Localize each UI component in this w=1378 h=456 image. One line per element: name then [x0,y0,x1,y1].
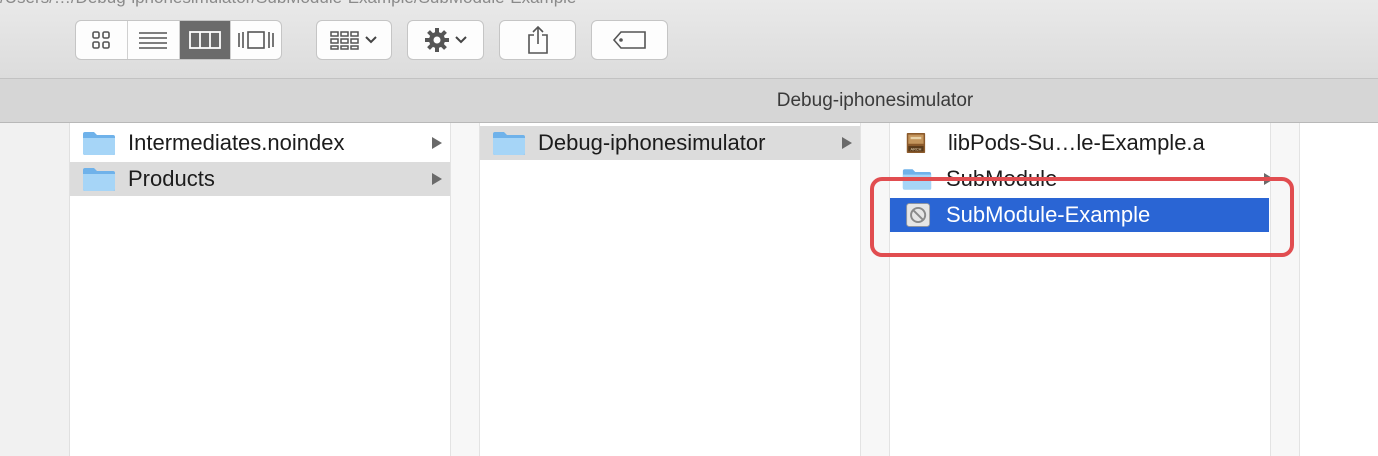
list-item-label: Intermediates.noindex [128,130,345,155]
sidebar-edge [0,123,70,456]
grid-icon [92,31,111,49]
archive-icon: ARCH [906,133,926,153]
column-4-empty [1300,123,1378,456]
svg-text:ARCH: ARCH [911,148,922,152]
chevron-down-icon [454,36,467,44]
disclosure-arrow-icon [432,137,442,149]
list-item-label: Products [128,166,215,191]
column-gap [861,123,890,456]
list-item-label: SubModule [946,166,1058,191]
disclosure-arrow-icon [432,173,442,185]
list-item-intermediates[interactable]: Intermediates.noindex [70,126,450,160]
folder-icon [83,132,115,155]
action-button[interactable] [407,20,484,60]
column-1[interactable]: Intermediates.noindex Products [70,123,451,456]
tags-button[interactable] [591,20,668,60]
folder-icon [902,169,932,190]
arrange-button[interactable] [316,20,392,60]
toolbar: /Users/…/Debug-iphonesimulator/SubModule… [0,0,1378,78]
list-item-label: libPods-Su…le-Example.a [948,130,1205,155]
tag-icon [612,31,646,49]
list-item-label: Debug-iphonesimulator [538,130,766,155]
list-item-submodule-example[interactable]: SubModule-Example [890,198,1269,232]
list-item-debug-iphonesimulator[interactable]: Debug-iphonesimulator [480,126,860,160]
column-2[interactable]: Debug-iphonesimulator [480,123,861,456]
disclosure-arrow-icon [842,137,852,149]
list-view-button[interactable] [128,21,180,59]
column-gap [451,123,480,456]
folder-icon [83,168,115,191]
app-icon [906,203,931,227]
view-mode-control [75,20,282,60]
cover-flow-view-button[interactable] [231,21,282,59]
list-item-submodule[interactable]: SubModule [890,162,1270,196]
list-item-products[interactable]: Products [70,162,450,196]
list-icon [139,32,168,49]
gear-icon [424,28,449,52]
share-button[interactable] [499,20,576,60]
column-gap [1271,123,1300,456]
folder-icon [493,132,525,155]
path-bar: Debug-iphonesimulator [0,78,1378,123]
window-path-text: /Users/…/Debug-iphonesimulator/SubModule… [0,0,1378,8]
column-view-button[interactable] [179,21,231,59]
disclosure-arrow-icon [1264,173,1270,185]
list-item-label: SubModule-Example [946,202,1151,227]
arrange-grid-icon [330,31,359,50]
list-item-libpods-archive[interactable]: ARCH libPods-Su…le-Example.a [890,126,1270,160]
icon-view-button[interactable] [76,21,128,59]
chevron-down-icon [365,36,377,44]
current-folder-title: Debug-iphonesimulator [776,90,974,111]
cover-flow-icon [237,31,274,49]
share-icon [527,25,548,54]
column-3[interactable]: ARCH libPods-Su…le-Example.a SubModule S… [890,123,1271,456]
columns-icon [188,31,221,49]
